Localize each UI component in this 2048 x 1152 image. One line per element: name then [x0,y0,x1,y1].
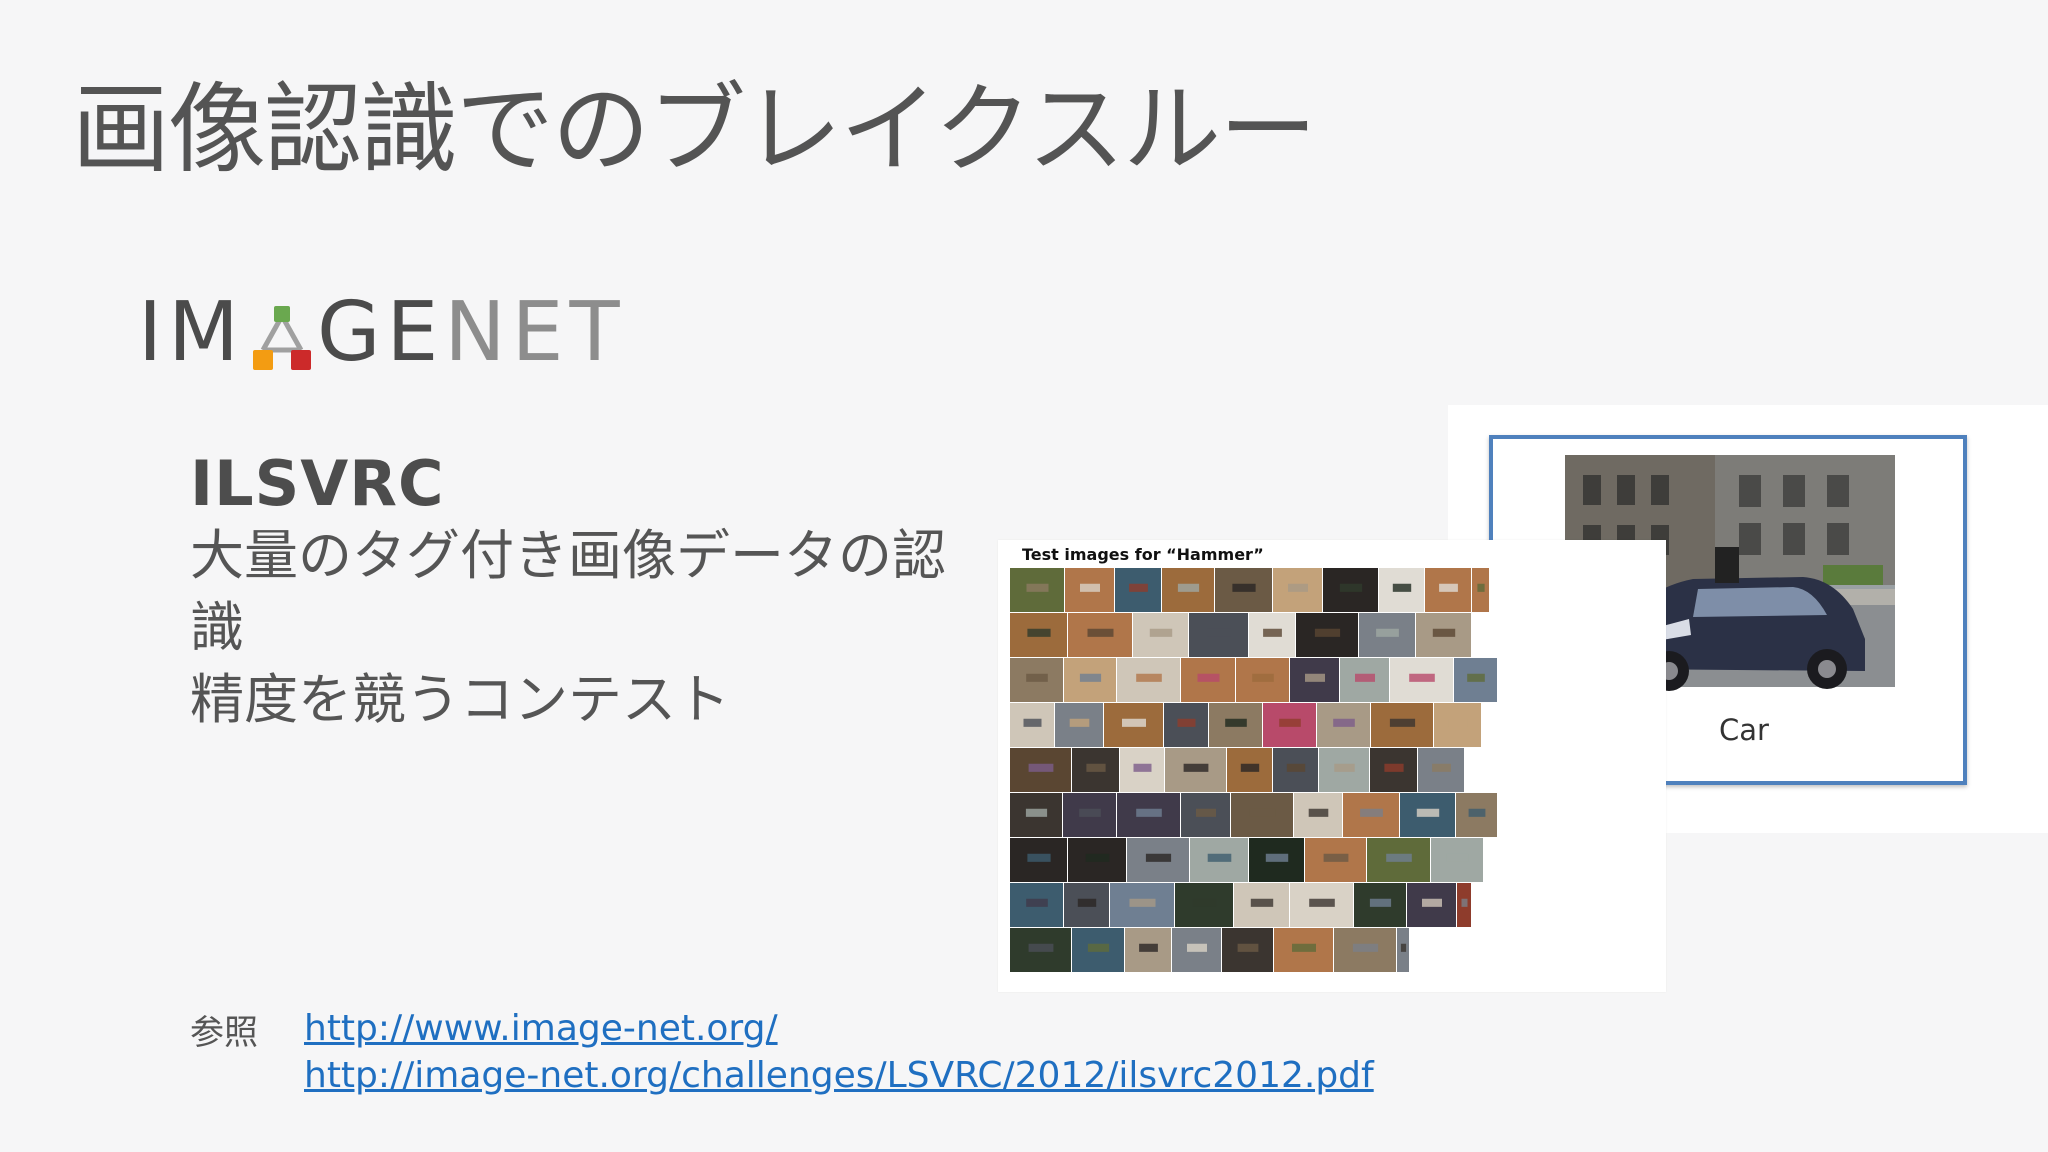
thumbnail-object [1288,583,1308,592]
thumbnail-object [1305,673,1325,682]
hammer-image-mosaic [1010,568,1497,972]
logo-tree-icon [249,297,315,370]
thumbnail-object [1079,808,1101,817]
hammer-figure-panel [998,540,1666,992]
thumbnail-object [1027,628,1051,637]
thumbnail-object [1432,763,1451,772]
thumbnail-object [1309,898,1335,907]
thumbnail-object [1392,583,1412,592]
thumbnail-object [1028,763,1054,772]
logo-text-prefix: IM [138,284,245,380]
thumbnail-object [1027,853,1051,862]
description-line-2: 精度を競うコンテスト [190,668,730,731]
thumbnail-object [1446,853,1469,862]
thumbnail-object [1369,898,1392,907]
thumbnail-object [1448,718,1468,727]
thumbnail-object [1333,718,1355,727]
thumbnail-object [1028,943,1054,952]
thumbnail-object [1384,763,1404,772]
thumbnail-object [1439,583,1458,592]
thumbnail-object [1026,898,1048,907]
thumbnail-object [1145,853,1172,862]
car-caption: Car [1719,713,1769,747]
thumbnail-object [1139,943,1158,952]
thumbnail-object [1263,628,1282,637]
thumbnail-object [1177,718,1196,727]
thumbnail-object [1025,808,1048,817]
thumbnail-object [1149,628,1173,637]
thumbnail-object [1026,673,1048,682]
thumbnail-object [1360,808,1383,817]
logo-text-ge: GE [316,284,445,380]
thumbnail-object [1085,853,1110,862]
thumbnail-object [1232,583,1256,592]
thumbnail-object [1279,718,1301,727]
thumbnail-object [1432,628,1456,637]
thumbnail-object [1129,583,1148,592]
thumbnail-object [1323,853,1349,862]
thumbnail-object [1183,763,1209,772]
thumbnail-object [1334,763,1355,772]
thumbnail-object [1252,673,1274,682]
thumbnail-object [1136,808,1162,817]
thumbnail-object [1314,628,1341,637]
thumbnail-object [1197,673,1220,682]
thumbnail-object [1086,763,1106,772]
thumbnail-object [1461,898,1468,907]
thumbnail-object [1087,943,1110,952]
thumbnail-object [1416,808,1440,817]
slide: 画像認識でのブレイクスルー IM GE NET ILSVRC 大量のタグ付き画像… [0,0,2048,1152]
thumbnail-object [1122,718,1146,727]
thumbnail-object [1133,763,1152,772]
thumbnail-object [1087,628,1114,637]
thumbnail-object [1409,673,1435,682]
thumbnail-object [1352,943,1379,952]
thumbnail-object [1240,763,1260,772]
thumbnail-object [1467,673,1485,682]
thumbnail-object [1250,898,1274,907]
heading-ilsvrc: ILSVRC [190,447,445,520]
hammer-figure-title: Test images for “Hammer” [1022,545,1264,564]
reference-link-ilsvrc-pdf[interactable]: http://image-net.org/challenges/LSVRC/20… [304,1052,1374,1099]
thumbnail-object [1080,583,1100,592]
reference-label: 参照 [190,1013,258,1053]
description: 大量のタグ付き画像データの認識 精度を競うコンテスト [190,520,990,736]
thumbnail-object [1207,853,1232,862]
thumbnail-object [1339,583,1363,592]
thumbnail-object [1136,673,1162,682]
thumbnail-object [1355,673,1375,682]
thumbnail-object [1079,673,1102,682]
thumbnail-object [1265,853,1289,862]
reference-link-imagenet[interactable]: http://www.image-net.org/ [304,1005,1374,1052]
slide-title: 画像認識でのブレイクスルー [72,73,1317,187]
description-line-1: 大量のタグ付き画像データの認識 [190,524,946,659]
thumbnail-object [1196,808,1216,817]
thumbnail-object [1192,898,1217,907]
thumbnail-object [1069,718,1090,727]
thumbnail-object [1249,808,1276,817]
reference-links: http://www.image-net.org/ http://image-n… [304,1005,1374,1099]
thumbnail-object [1026,583,1049,592]
thumbnail-object [1386,853,1412,862]
thumbnail-object [1023,718,1042,727]
thumbnail-object [1422,898,1442,907]
thumbnail-object [1376,628,1399,637]
thumbnail-object [1477,583,1485,592]
thumbnail-object [1400,943,1407,952]
thumbnail-object [1187,943,1207,952]
thumbnail-object [1286,763,1306,772]
thumbnail-object [1177,583,1200,592]
thumbnail-object [1207,628,1231,637]
imagenet-logo: IM GE NET [138,285,626,380]
thumbnail-object [1237,943,1259,952]
logo-text-net: NET [444,284,626,380]
thumbnail-object [1077,898,1097,907]
thumbnail-object [1389,718,1416,727]
thumbnail-object [1225,718,1247,727]
thumbnail-object [1129,898,1156,907]
thumbnail-object [1468,808,1486,817]
thumbnail-object [1292,943,1316,952]
thumbnail-object [1308,808,1329,817]
